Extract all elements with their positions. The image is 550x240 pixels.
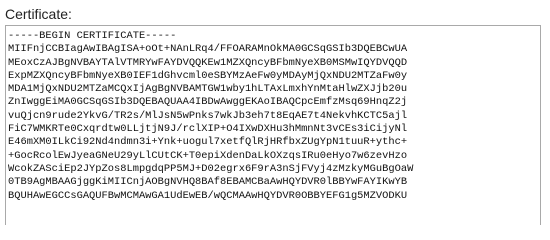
certificate-line: WcokZASciEp2JYpZos8LmpgdqPP5MJ+D02egrx6F… bbox=[8, 162, 414, 175]
certificate-textarea[interactable]: -----BEGIN CERTIFICATE----- MIIFnjCCBIag… bbox=[5, 25, 541, 225]
certificate-field: Certificate: -----BEGIN CERTIFICATE-----… bbox=[0, 0, 550, 225]
certificate-line: MIIFnjCCBIagAwIBAgISA+oOt+NAnLRq4/FFOARA… bbox=[8, 43, 408, 56]
certificate-line: ZnIwggEiMA0GCSqGSIb3DQEBAQUAA4IBDwAwggEK… bbox=[8, 96, 408, 109]
certificate-label: Certificate: bbox=[5, 6, 72, 22]
certificate-line: MDA1MjQxNDU2MTZaMCQxIjAgBgNVBAMTGW1wby1h… bbox=[8, 83, 408, 96]
certificate-line: E46mXM0ILkCi92Nd4ndmn3i+Ynk+uogul7xetfQl… bbox=[8, 136, 408, 149]
certificate-line: 0TB9AgMBAAGjggKiMIICnjAOBgNVHQ8BAf8EBAMC… bbox=[8, 176, 408, 189]
certificate-line: -----BEGIN CERTIFICATE----- bbox=[8, 30, 177, 42]
certificate-line: +GocRcolEwJyeaGNeU29yLlCUtCK+T0epiXdenDa… bbox=[8, 149, 408, 162]
certificate-line: ExpMZXQncyBFbmNyeXB0IEF1dGhvcml0eSBYMzAe… bbox=[8, 69, 408, 82]
certificate-line: FiC7WMKRTe0Cxqrdtw0LLjtjN9J/rclXIP+O4IXw… bbox=[8, 123, 408, 136]
certificate-line: BQUHAwEGCCsGAQUFBwMCMAwGA1UdEwEB/wQCMAAw… bbox=[8, 189, 408, 202]
certificate-text: -----BEGIN CERTIFICATE----- MIIFnjCCBIag… bbox=[8, 30, 540, 203]
certificate-line: vuQjcn9rude2YkvG/TR2s/MlJsN5wPnks7wkJb3e… bbox=[8, 109, 408, 122]
certificate-line: MEoxCzAJBgNVBAYTAlVTMRYwFAYDVQQKEw1MZXQn… bbox=[8, 56, 408, 69]
